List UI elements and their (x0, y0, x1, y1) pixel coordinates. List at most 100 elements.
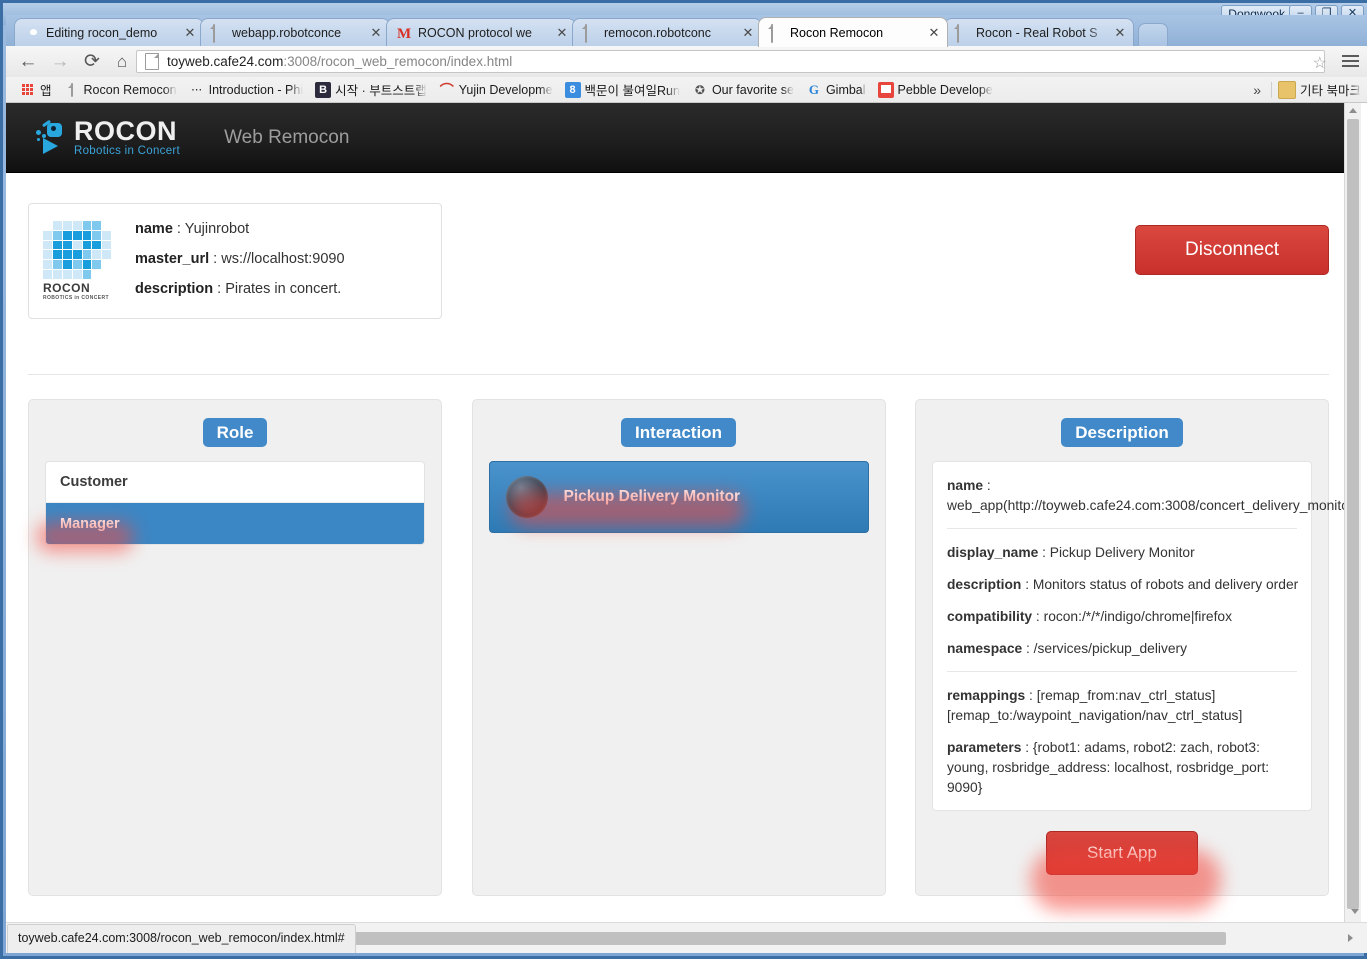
logo-pixel (102, 240, 112, 250)
bookmark-label: Yujin Developme (458, 82, 553, 97)
role-list: Customer Manager (45, 461, 425, 545)
bookmark-label: Rocon Remocon (83, 82, 177, 97)
vertical-scroll-thumb[interactable] (1347, 119, 1359, 909)
bookmark-apps[interactable]: 앱 (14, 79, 58, 101)
description-name-field: name : web_app(http://toyweb.cafe24.com:… (947, 476, 1354, 516)
field-key: display_name (947, 545, 1039, 560)
scroll-down-arrow-icon[interactable] (1351, 909, 1359, 914)
reload-button[interactable]: ⟳ (80, 50, 104, 74)
logo-pixel (102, 260, 111, 269)
interaction-list-item[interactable]: Pickup Delivery Monitor (488, 461, 869, 533)
browser-tab[interactable]: webapp.robotconce ✕ (200, 18, 390, 47)
logo-pixel (72, 250, 82, 260)
star-icon: ✪ (694, 82, 705, 97)
home-button[interactable]: ⌂ (110, 50, 134, 74)
address-bar[interactable]: toyweb.cafe24.com:3008/rocon_web_remocon… (136, 50, 1325, 73)
logo-pixel (112, 241, 121, 250)
field-key: description (135, 281, 214, 297)
logo-pixel (62, 260, 72, 270)
tab-title: webapp.robotconce (232, 26, 342, 40)
document-icon (64, 82, 80, 98)
field-value: : Pirates in concert. (213, 281, 342, 297)
tistory-icon: 8 (564, 81, 581, 98)
gmail-icon: M (397, 26, 412, 42)
logo-pixel (92, 221, 102, 230)
forward-button[interactable]: → (48, 50, 72, 74)
start-app-button[interactable]: Start App (1046, 831, 1198, 875)
logo-pixel (72, 270, 82, 279)
bookmark-item[interactable]: Rocon Remocon (58, 79, 183, 101)
bookmark-item[interactable]: Pebble Develope (872, 79, 999, 101)
logo-pixel (72, 260, 82, 270)
tab-close-icon[interactable]: ✕ (741, 25, 755, 41)
interaction-panel: Interaction Pickup Delivery Monitor (471, 399, 886, 896)
bookmarks-bar: 앱 Rocon Remocon ⋯ Introduction - Phi B 시작 · 부… (6, 77, 1367, 103)
role-list-item[interactable]: Customer (46, 462, 424, 503)
bookmark-item[interactable]: 8 백문이 불여일Run (559, 79, 686, 101)
field-key: name (135, 221, 173, 237)
bookmark-other-folder[interactable]: 기타 북마크 (1272, 79, 1367, 101)
bookmark-label: 기타 북마크 (1300, 84, 1361, 98)
bootstrap-icon: B (315, 81, 332, 98)
brand-text: ROCON Robotics in Concert (74, 117, 180, 158)
scroll-up-arrow-icon[interactable] (1349, 108, 1357, 113)
logo-pixel (92, 240, 102, 250)
bookmark-star-icon[interactable]: ☆ (1313, 53, 1327, 73)
description-name-key: name (947, 478, 984, 493)
logo-pixel (72, 240, 82, 250)
field-key: master_url (135, 251, 210, 267)
back-button[interactable]: ← (16, 50, 40, 74)
tab-close-icon[interactable]: ✕ (369, 25, 383, 41)
browser-tab[interactable]: Rocon - Real Robot S ✕ (944, 18, 1134, 47)
bookmark-item[interactable]: ⋯ Introduction - Phi (183, 79, 310, 101)
tab-close-icon[interactable]: ✕ (1113, 25, 1127, 41)
tab-close-icon[interactable]: ✕ (927, 25, 941, 41)
bookmark-item[interactable]: G Gimbal (800, 79, 872, 101)
tab-title: ROCON protocol we (418, 26, 532, 40)
browser-tab[interactable]: Editing rocon_demo ✕ (14, 18, 204, 47)
new-tab-button[interactable] (1138, 23, 1168, 47)
browser-tab[interactable]: Rocon Remocon ✕ (758, 17, 948, 47)
field-value: : Monitors status of robots and delivery… (1021, 577, 1299, 592)
logo-pixel (112, 221, 121, 230)
role-list-item[interactable]: Manager (46, 503, 424, 544)
logo-pixel (43, 250, 52, 260)
browser-window: Dongwook – ❐ ✕ Editing rocon_demo ✕ webapp… (0, 0, 1367, 959)
logo-pixel (62, 240, 72, 250)
description-field: display_name : Pickup Delivery Monitor (947, 543, 1297, 563)
logo-pixel (52, 230, 62, 240)
tab-title: Rocon - Real Robot S (976, 26, 1098, 40)
description-field: compatibility : rocon:/*/*/indigo/chrome… (947, 607, 1297, 627)
tab-close-icon[interactable]: ✕ (555, 25, 569, 41)
logo-pixel (92, 270, 101, 279)
bookmark-item[interactable]: B 시작 · 부트스트랩 (309, 79, 433, 101)
bookmark-item[interactable]: ✪ Our favorite se (686, 79, 800, 101)
rocon-brand[interactable]: ROCON Robotics in Concert (34, 117, 180, 158)
logo-pixel (82, 230, 92, 240)
browser-tab[interactable]: remocon.robotconc ✕ (572, 18, 762, 47)
master-info-card: ROCON ROBOTICS in CONCERT name : Yujinro… (28, 203, 442, 319)
logo-pixel (43, 270, 52, 279)
field-value: : rocon:/*/*/indigo/chrome|firefox (1032, 609, 1232, 624)
master-info-field: description : Pirates in concert. (135, 281, 345, 297)
logo-pixel (52, 240, 62, 250)
master-info-field: name : Yujinrobot (135, 221, 345, 237)
web-page: ROCON Robotics in Concert Web Remocon RO… (6, 103, 1354, 929)
description-name-value: web_app(http://toyweb.cafe24.com:3008/co… (947, 498, 1354, 513)
apps-grid-icon (20, 82, 36, 98)
vertical-scrollbar[interactable] (1344, 103, 1361, 929)
bookmark-item[interactable]: ⌒ Yujin Developme (433, 79, 559, 101)
description-panel-badge: Description (1061, 418, 1183, 447)
disconnect-button[interactable]: Disconnect (1135, 225, 1329, 275)
logo-pixel (62, 270, 72, 279)
master-info-row: ROCON ROBOTICS in CONCERT name : Yujinro… (28, 173, 1329, 319)
browser-tab[interactable]: M ROCON protocol we ✕ (386, 18, 576, 47)
logo-pixel (72, 230, 82, 240)
logo-pixel (82, 250, 92, 260)
tab-close-icon[interactable]: ✕ (183, 25, 197, 41)
scroll-right-arrow-icon[interactable] (1348, 934, 1353, 942)
bookmarks-overflow-button[interactable]: » (1243, 82, 1271, 98)
pebble-icon (877, 81, 894, 98)
field-key: compatibility (947, 609, 1033, 624)
menu-icon[interactable] (1342, 52, 1359, 69)
